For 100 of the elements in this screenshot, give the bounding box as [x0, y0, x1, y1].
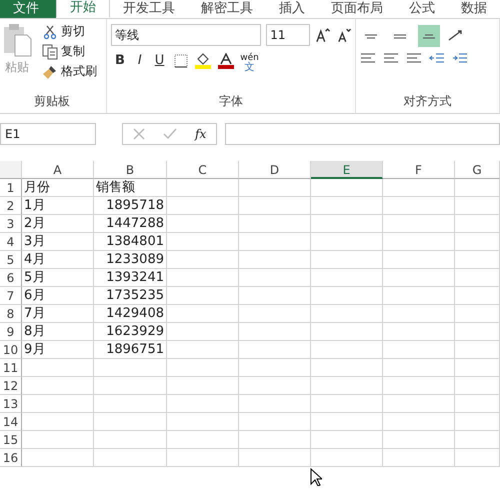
- bold-button[interactable]: B: [111, 53, 129, 68]
- table-cell: [167, 305, 239, 323]
- mouse-pointer-icon: [310, 468, 322, 486]
- check-icon[interactable]: [163, 128, 177, 140]
- column-header[interactable]: C: [167, 161, 239, 179]
- table-cell: 1896751: [94, 341, 167, 359]
- table-cell: [167, 287, 239, 305]
- ribbon-tab[interactable]: 数据: [448, 0, 500, 18]
- table-cell: [167, 251, 239, 269]
- align-middle-icon: [393, 34, 407, 38]
- table-cell: [455, 215, 500, 233]
- table-cell: [455, 395, 500, 413]
- table-cell: [383, 323, 455, 341]
- row-header[interactable]: 16: [0, 449, 22, 467]
- table-cell: [167, 449, 239, 467]
- table-cell: [22, 449, 94, 467]
- table-cell: [383, 359, 455, 377]
- row-header[interactable]: 7: [0, 287, 22, 305]
- row-header[interactable]: 9: [0, 323, 22, 341]
- shrink-font-icon: [336, 27, 351, 43]
- row-header[interactable]: 14: [0, 413, 22, 431]
- group-label: 对齐方式: [402, 93, 452, 110]
- table-cell: [239, 323, 311, 341]
- phonetic-button[interactable]: wén 文: [240, 53, 259, 73]
- table-cell: 1月: [22, 197, 94, 215]
- row-header[interactable]: 4: [0, 233, 22, 251]
- table-cell: [383, 233, 455, 251]
- table-cell: [167, 413, 239, 431]
- table-cell: [167, 179, 239, 197]
- table-cell: [455, 413, 500, 431]
- table-cell: [455, 251, 500, 269]
- format-painter-button[interactable]: 格式刷: [42, 63, 97, 80]
- table-cell: [383, 341, 455, 359]
- align-button[interactable]: [418, 25, 440, 47]
- name-box[interactable]: E1: [0, 123, 96, 145]
- ribbon-tab[interactable]: 插入: [266, 0, 318, 18]
- column-header[interactable]: D: [239, 161, 311, 179]
- table-cell: [311, 233, 383, 251]
- column-header[interactable]: E: [311, 161, 383, 179]
- row-header[interactable]: 8: [0, 305, 22, 323]
- italic-button[interactable]: I: [134, 53, 146, 68]
- table-cell: [455, 341, 500, 359]
- row-header[interactable]: 11: [0, 359, 22, 377]
- table-cell: 9月: [22, 341, 94, 359]
- ribbon-tab[interactable]: 文件: [0, 0, 56, 18]
- table-cell: [383, 305, 455, 323]
- table-cell: [239, 197, 311, 215]
- table-cell: [455, 359, 500, 377]
- column-header[interactable]: G: [455, 161, 500, 179]
- table-cell: [239, 233, 311, 251]
- table-cell: [383, 431, 455, 449]
- formula-input[interactable]: [225, 123, 500, 145]
- table-cell: [383, 197, 455, 215]
- copy-button[interactable]: 复制: [42, 43, 97, 60]
- table-cell: [239, 215, 311, 233]
- text-align-icon: [406, 53, 422, 65]
- table-cell: [311, 395, 383, 413]
- row-header[interactable]: 5: [0, 251, 22, 269]
- row-header[interactable]: 10: [0, 341, 22, 359]
- table-cell: [167, 197, 239, 215]
- table-cell: [311, 179, 383, 197]
- table-cell: [239, 431, 311, 449]
- table-cell: [22, 377, 94, 395]
- ribbon-tab[interactable]: 解密工具: [188, 0, 266, 18]
- table-cell: [22, 413, 94, 431]
- table-cell: [455, 233, 500, 251]
- row-header[interactable]: 15: [0, 431, 22, 449]
- row-header[interactable]: 12: [0, 377, 22, 395]
- font-size-field[interactable]: 11: [266, 24, 310, 46]
- column-header[interactable]: F: [383, 161, 455, 179]
- ribbon-tab[interactable]: 页面布局: [318, 0, 396, 18]
- underline-button[interactable]: U: [150, 53, 168, 68]
- table-cell: 1623929: [94, 323, 167, 341]
- column-header[interactable]: A: [22, 161, 94, 179]
- table-cell: [239, 251, 311, 269]
- copy-icon: [42, 44, 58, 60]
- row-header[interactable]: 1: [0, 179, 22, 197]
- align-bottom-icon: [422, 34, 436, 38]
- table-cell: [311, 215, 383, 233]
- select-all-corner[interactable]: [0, 161, 22, 179]
- brush-icon: [42, 64, 58, 80]
- table-cell: [383, 395, 455, 413]
- ribbon-tab[interactable]: 开始: [56, 0, 110, 18]
- row-header[interactable]: 3: [0, 215, 22, 233]
- align-top-icon: [364, 34, 378, 38]
- row-header[interactable]: 6: [0, 269, 22, 287]
- font-name-field[interactable]: 等线: [111, 24, 262, 46]
- column-header[interactable]: B: [94, 161, 167, 179]
- table-cell: [455, 179, 500, 197]
- ribbon-tab[interactable]: 开发工具: [110, 0, 188, 18]
- cancel-icon[interactable]: [133, 128, 145, 140]
- table-cell: 3月: [22, 233, 94, 251]
- table-cell: [383, 251, 455, 269]
- cut-button[interactable]: 剪切: [42, 23, 97, 40]
- row-header[interactable]: 2: [0, 197, 22, 215]
- scissors-icon: [44, 24, 56, 39]
- row-header[interactable]: 13: [0, 395, 22, 413]
- insert-function-button[interactable]: fx: [195, 127, 206, 141]
- table-cell: 1384801: [94, 233, 167, 251]
- ribbon-tab[interactable]: 公式: [396, 0, 448, 18]
